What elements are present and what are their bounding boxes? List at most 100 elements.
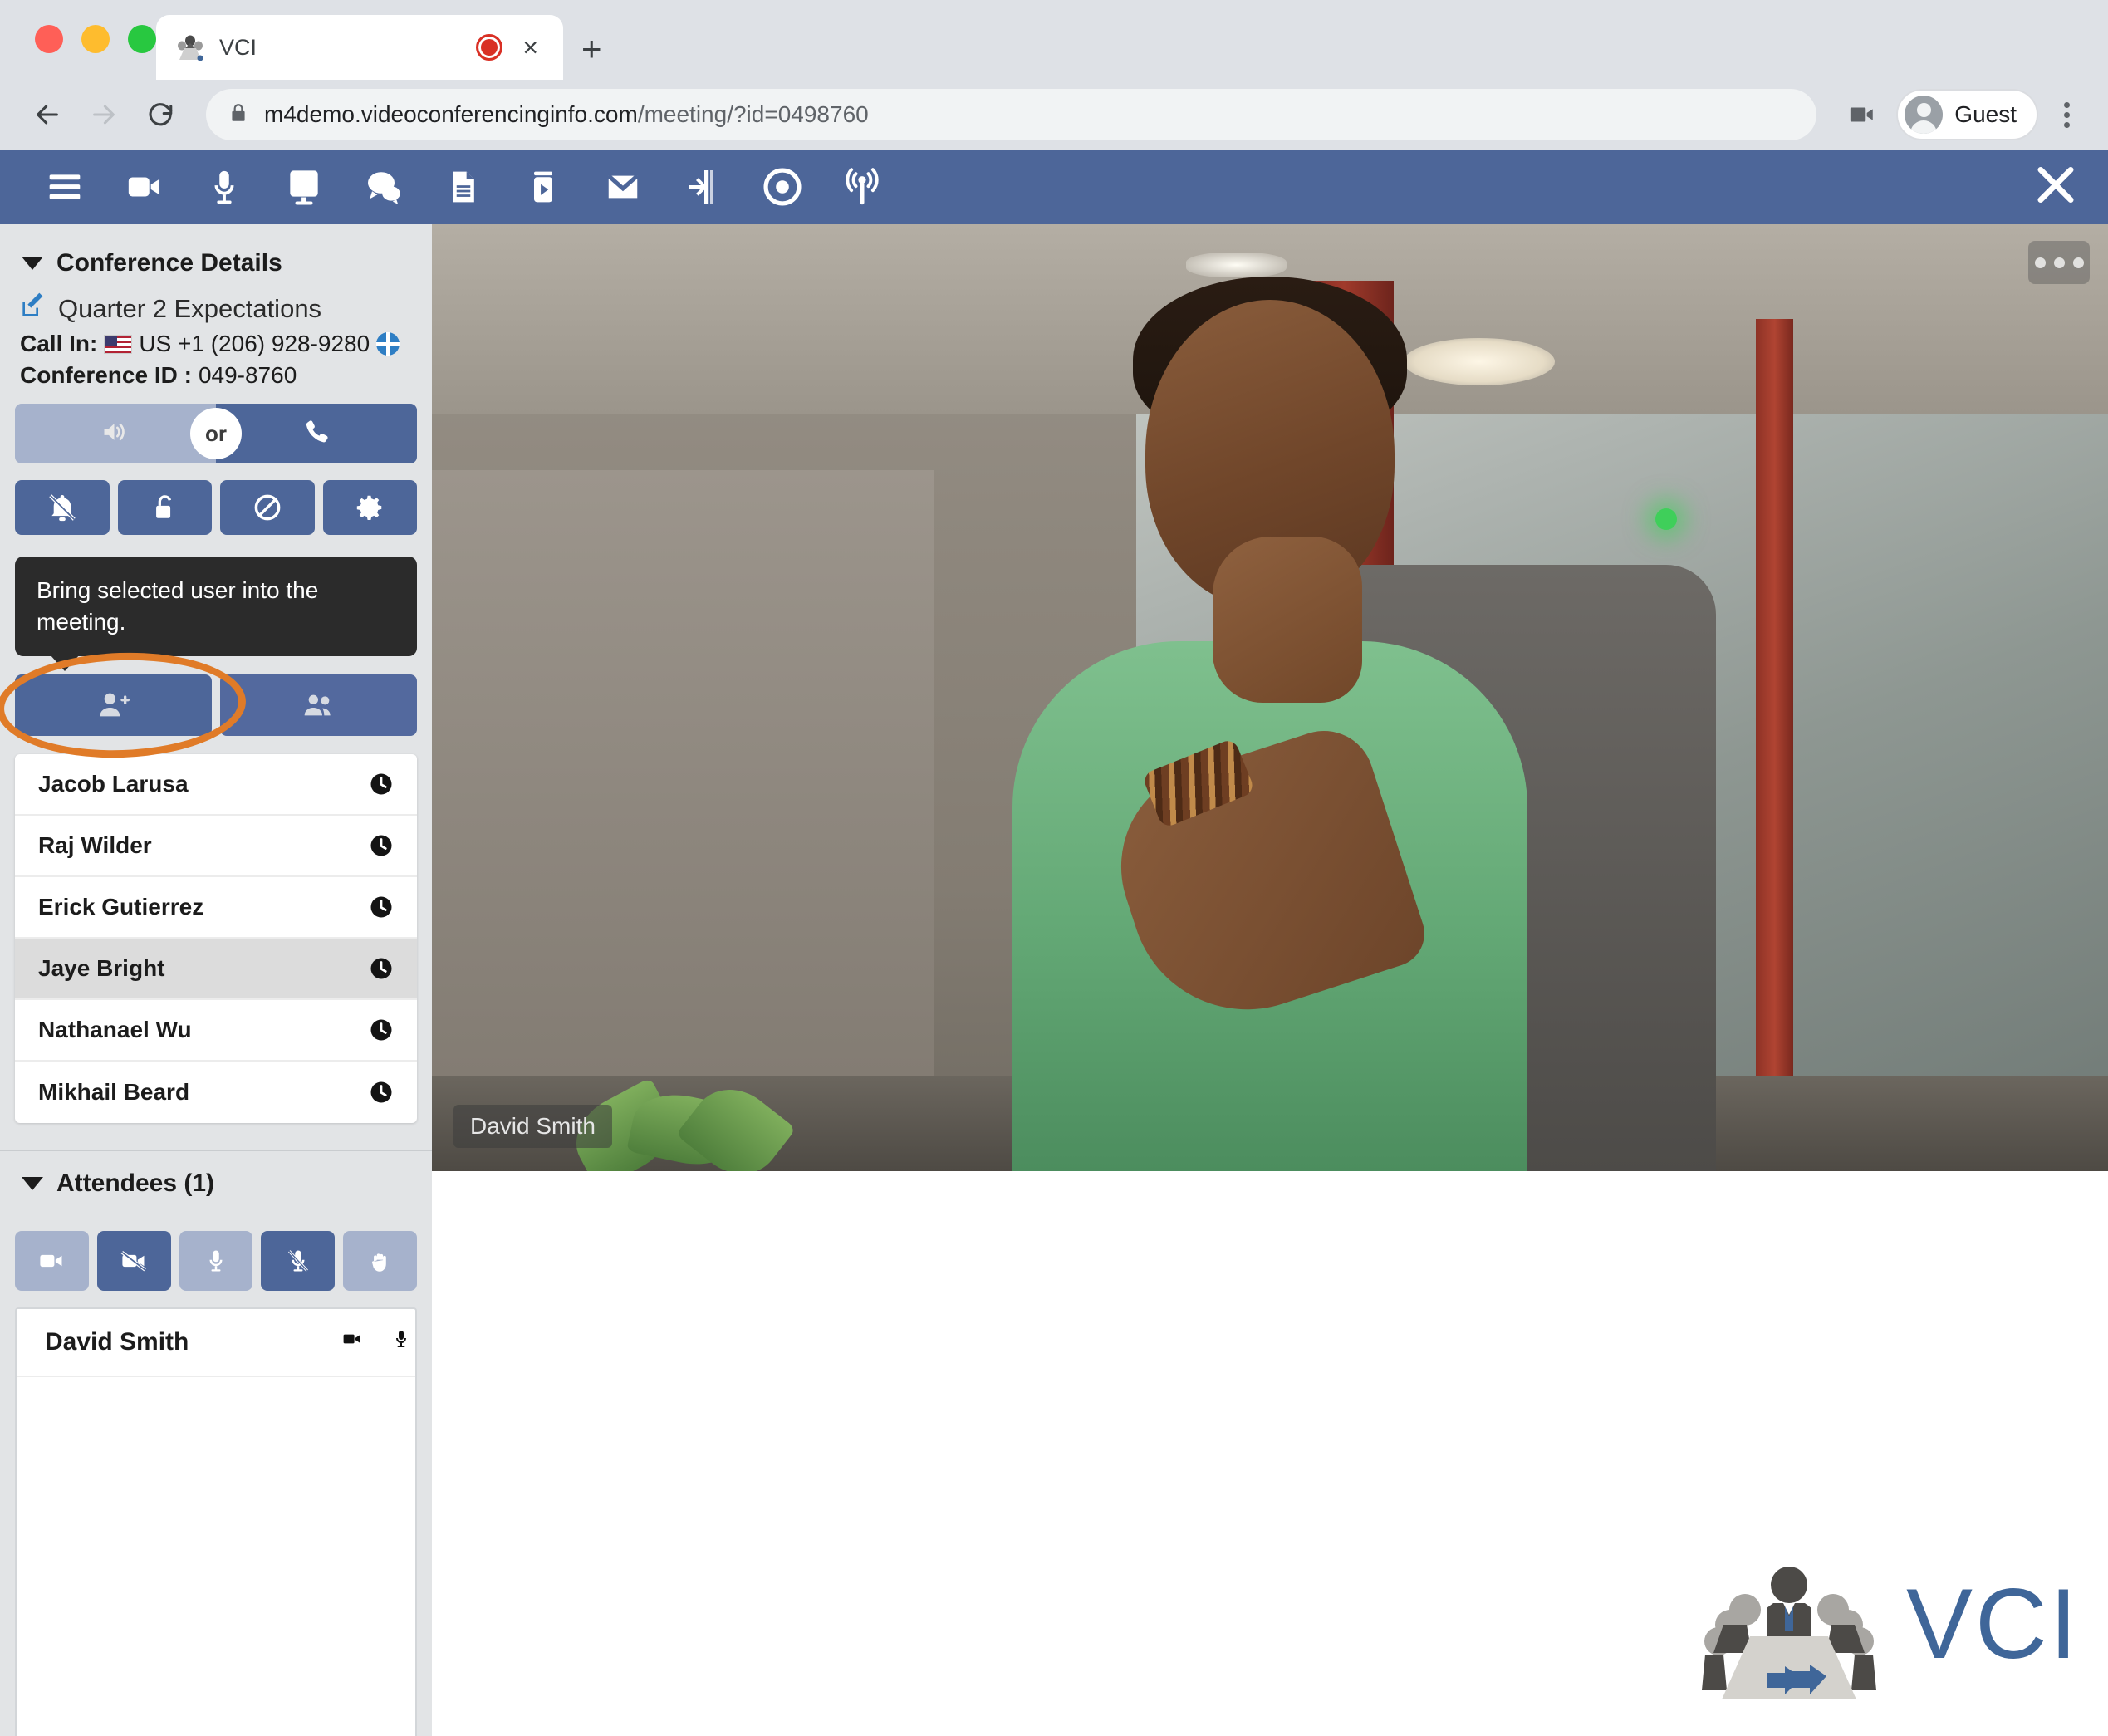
attendees-title: Attendees (1) — [56, 1169, 215, 1197]
enable-microphone-button[interactable] — [179, 1230, 253, 1291]
close-tab-button[interactable]: × — [516, 34, 545, 61]
meeting-action-buttons — [15, 480, 417, 535]
camera-in-use-icon[interactable] — [1836, 89, 1888, 140]
document-icon[interactable] — [424, 150, 503, 224]
chevron-down-icon[interactable] — [22, 1176, 43, 1190]
three-dots-icon[interactable] — [2028, 241, 2090, 284]
us-flag-icon — [104, 334, 133, 354]
minimize-window-button[interactable] — [81, 25, 110, 53]
available-users-list: Jacob Larusa Raj Wilder Erick Gutierrez … — [15, 753, 417, 1123]
attendee-row[interactable]: David Smith — [17, 1309, 415, 1377]
forward-button[interactable] — [78, 89, 130, 140]
attendees-list: David Smith — [15, 1307, 417, 1736]
url-text: m4demo.videoconferencinginfo.com/meeting… — [264, 101, 869, 128]
exit-door-icon[interactable] — [663, 150, 743, 224]
manage-groups-button[interactable] — [220, 674, 417, 736]
bring-user-into-meeting-button[interactable] — [15, 674, 212, 736]
hamburger-icon[interactable] — [25, 150, 105, 224]
user-list-item[interactable]: Erick Gutierrez — [15, 877, 417, 939]
decorative-plant — [562, 1030, 815, 1171]
user-list-item[interactable]: Jacob Larusa — [15, 754, 417, 816]
globe-icon[interactable] — [376, 332, 400, 356]
video-tile-david-smith[interactable]: David Smith — [432, 224, 2108, 1171]
left-sidebar: Conference Details Quarter 2 Expectation… — [0, 224, 432, 1736]
conference-id-label: Conference ID : — [20, 362, 192, 388]
tooltip: Bring selected user into the meeting. — [15, 557, 417, 656]
disable-microphone-button[interactable] — [261, 1230, 336, 1291]
monitor-icon[interactable] — [264, 150, 344, 224]
toolbar-right-controls: Guest — [1836, 89, 2086, 140]
raise-hand-button[interactable] — [343, 1230, 417, 1291]
audio-mode-toggle: or — [15, 404, 417, 463]
call-in-row: Call In: US +1 (206) 928-9280 — [15, 331, 417, 357]
user-name: Mikhail Beard — [38, 1078, 190, 1105]
call-in-label: Call In: — [20, 331, 98, 356]
close-conference-button[interactable] — [2032, 161, 2080, 213]
speaker-audio-button[interactable] — [15, 404, 216, 463]
broadcast-tower-icon[interactable] — [822, 150, 902, 224]
user-list-item[interactable]: Mikhail Beard — [15, 1062, 417, 1123]
clock-icon — [369, 833, 394, 858]
vci-logo-icon — [174, 32, 206, 63]
conference-id-row: Conference ID : 049-8760 — [15, 362, 417, 389]
clock-icon — [369, 956, 394, 981]
media-play-icon[interactable] — [503, 150, 583, 224]
back-button[interactable] — [22, 89, 73, 140]
kebab-menu-icon[interactable] — [2047, 101, 2086, 128]
conference-details-header[interactable]: Conference Details — [15, 243, 417, 292]
microphone-icon[interactable] — [391, 1327, 411, 1358]
chevron-down-icon[interactable] — [22, 257, 43, 270]
user-name: Erick Gutierrez — [38, 893, 204, 919]
user-name: Jaye Bright — [38, 954, 165, 981]
lock-icon — [228, 101, 249, 130]
user-list-item[interactable]: Nathanael Wu — [15, 1000, 417, 1062]
conference-stage: David Smith VCI — [432, 224, 2108, 1736]
envelope-icon[interactable] — [583, 150, 663, 224]
chat-bubbles-icon[interactable] — [344, 150, 424, 224]
close-window-button[interactable] — [35, 25, 63, 53]
window-traffic-lights[interactable] — [35, 25, 156, 53]
video-camera-icon[interactable] — [338, 1328, 366, 1356]
record-circle-icon[interactable] — [743, 150, 822, 224]
meeting-settings-button[interactable] — [322, 480, 417, 535]
clock-icon — [369, 772, 394, 797]
conference-details-title: Conference Details — [56, 249, 282, 277]
vci-wordmark: VCI — [1905, 1568, 2080, 1680]
microphone-icon[interactable] — [184, 150, 264, 224]
lock-meeting-button[interactable] — [117, 480, 212, 535]
user-list-item[interactable]: Raj Wilder — [15, 816, 417, 877]
user-list-item[interactable]: Jaye Bright — [15, 938, 417, 1000]
meeting-title: Quarter 2 Expectations — [58, 294, 322, 323]
video-participant-label: David Smith — [453, 1105, 612, 1148]
phone-dialin-button[interactable] — [216, 404, 417, 463]
enable-camera-button[interactable] — [15, 1230, 89, 1291]
mute-notifications-button[interactable] — [15, 480, 110, 535]
address-bar[interactable]: m4demo.videoconferencinginfo.com/meeting… — [206, 89, 1817, 140]
conference-id-value: 049-8760 — [198, 362, 297, 388]
url-path: /meeting/?id=0498760 — [637, 101, 869, 127]
phone-handset-icon — [301, 417, 331, 451]
attendees-header[interactable]: Attendees (1) — [15, 1151, 417, 1213]
maximize-window-button[interactable] — [128, 25, 156, 53]
block-participants-button[interactable] — [220, 480, 315, 535]
profile-button[interactable]: Guest — [1896, 89, 2038, 140]
user-action-buttons — [0, 648, 417, 762]
or-badge: or — [190, 408, 242, 459]
profile-name: Guest — [1954, 101, 2017, 127]
user-name: Jacob Larusa — [38, 770, 189, 797]
browser-chrome: VCI × + m4demo.videoconferencinginfo.com… — [0, 0, 2108, 150]
video-camera-icon[interactable] — [105, 150, 184, 224]
tooltip-container: Bring selected user into the meeting. — [15, 557, 417, 656]
clock-icon — [369, 1018, 394, 1042]
speaker-icon — [99, 417, 132, 451]
reload-button[interactable] — [135, 89, 186, 140]
new-tab-button[interactable]: + — [581, 32, 602, 66]
user-name: Raj Wilder — [38, 831, 152, 858]
browser-tab[interactable]: VCI × — [156, 15, 563, 80]
tab-title: VCI — [219, 34, 257, 60]
disable-camera-button[interactable] — [96, 1230, 171, 1291]
conference-table-logo-icon — [1694, 1545, 1885, 1703]
attendee-controls — [15, 1230, 417, 1291]
edit-pencil-icon[interactable] — [20, 292, 47, 326]
conference-app-toolbar — [0, 150, 2108, 224]
